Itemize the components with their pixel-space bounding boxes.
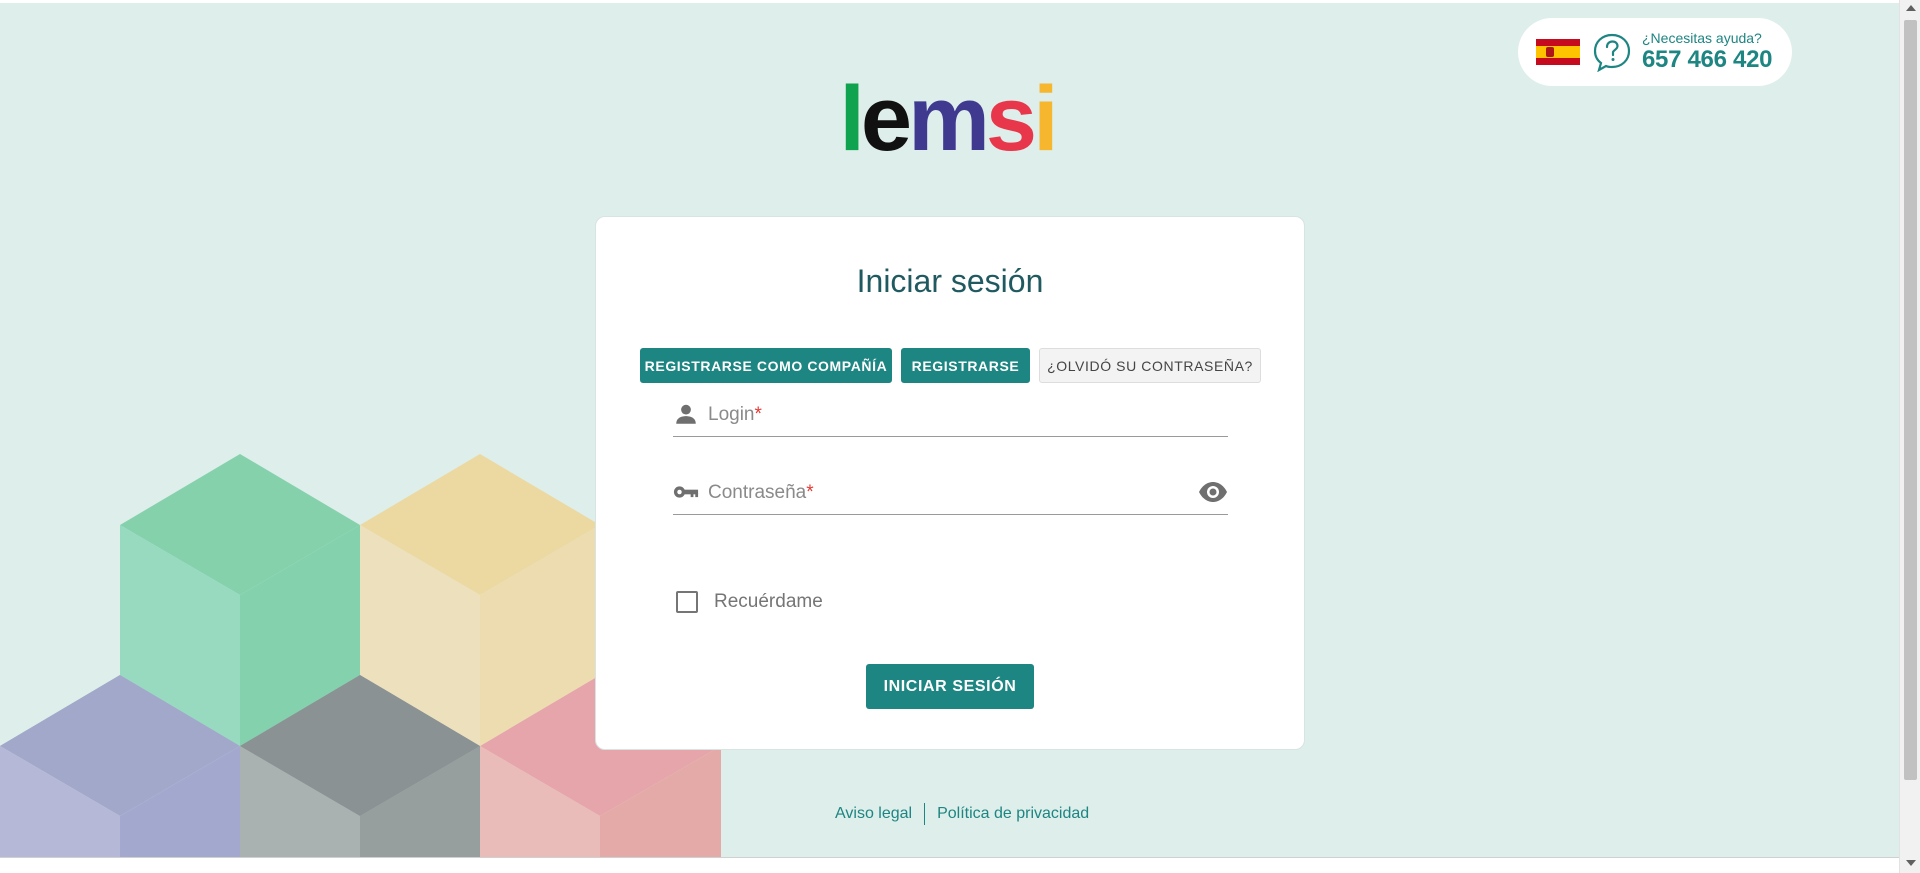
lemsi-logo: lemsi: [832, 69, 1062, 169]
logo-letter: m: [908, 68, 990, 170]
footer-separator: [924, 803, 926, 825]
login-submit-button[interactable]: Iniciar sesión: [866, 664, 1034, 709]
login-field[interactable]: Login*: [673, 387, 1228, 437]
legal-notice-link[interactable]: Aviso legal: [835, 805, 912, 823]
remember-me-checkbox[interactable]: [676, 591, 698, 613]
register-company-button[interactable]: Registrarse como compañía: [640, 348, 892, 383]
logo-letter: i: [1033, 68, 1058, 170]
vertical-scrollbar[interactable]: [1899, 0, 1920, 873]
privacy-policy-link[interactable]: Política de privacidad: [937, 805, 1089, 823]
logo-letter: l: [839, 68, 864, 170]
remember-me-label: Recuérdame: [714, 591, 823, 612]
page-title: Iniciar sesión: [856, 263, 1044, 299]
required-mark: *: [754, 404, 762, 425]
password-label: Contraseña*: [708, 482, 814, 503]
forgot-password-button[interactable]: ¿Olvidó su contraseña?: [1039, 348, 1261, 383]
scroll-down-arrow-icon[interactable]: [1906, 860, 1916, 866]
bottom-strip: [0, 857, 1920, 873]
show-password-icon[interactable]: [1198, 480, 1228, 504]
spain-flag-icon[interactable]: [1536, 39, 1580, 65]
login-card: Iniciar sesión Registrarse como compañía…: [595, 216, 1305, 750]
footer-links: Aviso legal Política de privacidad: [835, 803, 1089, 825]
help-question-text: ¿Necesitas ayuda?: [1642, 30, 1762, 46]
remember-me-option[interactable]: Recuérdame: [676, 591, 823, 613]
logo-letter: e: [860, 68, 912, 170]
scroll-up-arrow-icon[interactable]: [1906, 5, 1916, 11]
user-icon: [676, 404, 696, 424]
help-phone-number[interactable]: 657 466 420: [1642, 46, 1772, 74]
page-viewport: ¿Necesitas ayuda? 657 466 420 lemsi Inic…: [0, 3, 1899, 857]
required-mark: *: [806, 482, 814, 503]
logo-letter: s: [985, 68, 1037, 170]
register-button[interactable]: Registrarse: [901, 348, 1030, 383]
login-label: Login*: [708, 404, 762, 425]
scroll-thumb[interactable]: [1904, 20, 1917, 780]
help-contact-pill[interactable]: ¿Necesitas ayuda? 657 466 420: [1518, 18, 1792, 86]
password-field[interactable]: Contraseña*: [673, 465, 1228, 515]
question-bubble-icon: [1593, 33, 1631, 72]
key-icon: [673, 486, 699, 498]
